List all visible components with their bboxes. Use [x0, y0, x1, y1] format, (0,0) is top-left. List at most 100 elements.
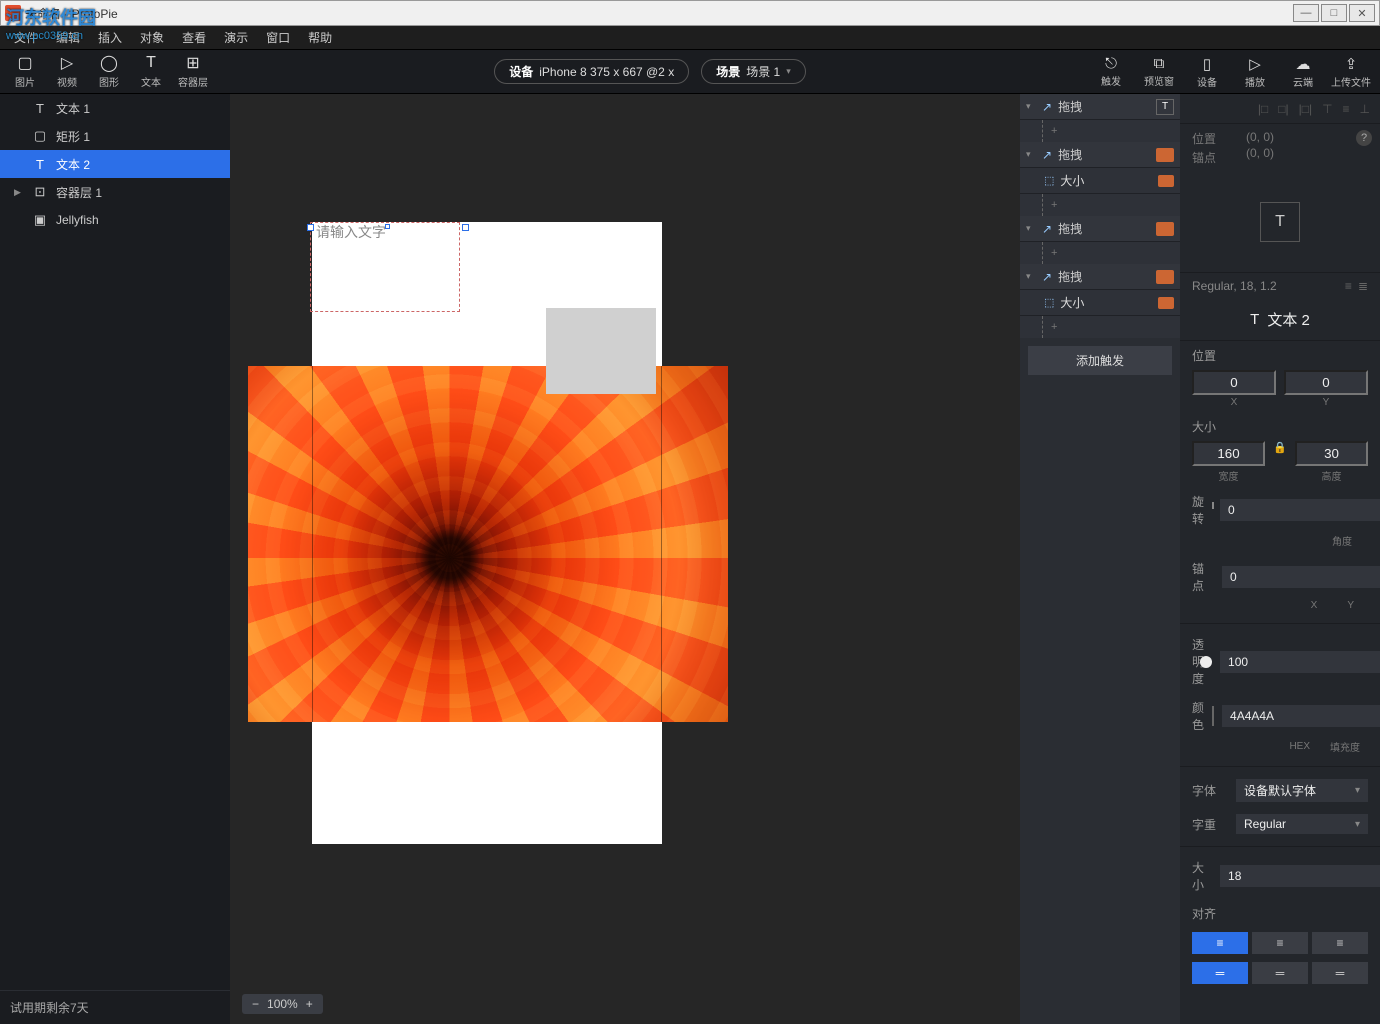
valign-bottom[interactable]: ═ [1312, 962, 1368, 984]
anchor-x-input[interactable] [1222, 566, 1380, 588]
window-maximize-button[interactable]: □ [1321, 4, 1347, 22]
window-close-button[interactable]: ✕ [1349, 4, 1375, 22]
device-edge-left [312, 366, 313, 722]
lock-icon[interactable]: 🔒 [1273, 441, 1287, 483]
color-swatch[interactable] [1212, 706, 1214, 726]
chevron-down-icon[interactable]: ▾ [1026, 101, 1036, 112]
align-bottom-icon[interactable]: ⊥ [1360, 102, 1370, 116]
chevron-down-icon[interactable]: ▾ [1026, 223, 1036, 234]
image-icon: ▣ [32, 212, 48, 228]
trigger-group-1[interactable]: ▾↗拖拽T [1020, 94, 1180, 120]
trigger-action-size-2[interactable]: ⬚大小 [1020, 290, 1180, 316]
window-titlebar: 未命名 - ProtoPie — □ ✕ [0, 0, 1380, 26]
prop-align: 对齐 [1180, 899, 1380, 928]
hex-input[interactable] [1222, 705, 1380, 727]
rtool-play[interactable]: ▷播放 [1232, 52, 1278, 92]
canvas-image-flower[interactable] [248, 366, 728, 722]
menu-file[interactable]: 文件 [8, 27, 44, 48]
resize-icon: ⬚ [1044, 174, 1054, 187]
tool-shape[interactable]: ◯图形 [90, 52, 128, 92]
container-icon: ⊞ [184, 54, 202, 72]
weight-select[interactable]: Regular▾ [1236, 814, 1368, 834]
align-center-icon[interactable]: □| [1278, 102, 1288, 116]
tool-video[interactable]: ▷视频 [48, 52, 86, 92]
trigger-action-size-1[interactable]: ⬚大小 [1020, 168, 1180, 194]
add-action-button[interactable]: + [1045, 247, 1057, 259]
list-icon[interactable]: ≡ [1345, 279, 1352, 293]
layer-text1[interactable]: T文本 1 [0, 94, 230, 122]
add-trigger-button[interactable]: 添加触发 [1028, 346, 1172, 375]
window-minimize-button[interactable]: — [1293, 4, 1319, 22]
layer-rect1[interactable]: ▢矩形 1 [0, 122, 230, 150]
menu-icon[interactable]: ≣ [1358, 279, 1368, 293]
tool-container[interactable]: ⊞容器层 [174, 52, 212, 92]
align-left-icon[interactable]: |□ [1258, 102, 1268, 116]
zoom-control[interactable]: −100%+ [242, 994, 323, 1014]
menu-demo[interactable]: 演示 [218, 27, 254, 48]
position-y-input[interactable] [1284, 370, 1368, 395]
zoom-out-icon[interactable]: − [252, 997, 259, 1011]
zoom-in-icon[interactable]: + [306, 997, 313, 1011]
opacity-input[interactable] [1220, 651, 1380, 673]
layer-jellyfish[interactable]: ▣Jellyfish [0, 206, 230, 234]
rtool-upload[interactable]: ⇪上传文件 [1328, 52, 1374, 92]
text-summary: Regular, 18, 1.2≡≣ [1180, 272, 1380, 299]
menu-view[interactable]: 查看 [176, 27, 212, 48]
chevron-down-icon: ▾ [1355, 785, 1360, 796]
add-action-button[interactable]: + [1045, 125, 1057, 137]
trigger-group-2[interactable]: ▾↗拖拽 [1020, 142, 1180, 168]
align-top-icon[interactable]: ⊤ [1322, 102, 1332, 116]
expand-arrow-icon[interactable]: ▶ [14, 187, 21, 198]
tool-image[interactable]: ▢图片 [6, 52, 44, 92]
trigger-sub-4: + [1020, 316, 1180, 338]
trigger-group-3[interactable]: ▾↗拖拽 [1020, 216, 1180, 242]
canvas[interactable]: 请输入文字 −100%+ [230, 94, 1020, 1024]
text-align-left[interactable]: ≡ [1192, 932, 1248, 954]
position-x-input[interactable] [1192, 370, 1276, 395]
text-align-center[interactable]: ≡ [1252, 932, 1308, 954]
valign-top[interactable]: ═ [1192, 962, 1248, 984]
vertical-align-row: ═ ═ ═ [1180, 958, 1380, 988]
add-action-button[interactable]: + [1045, 199, 1057, 211]
text-placeholder[interactable]: 请输入文字 [316, 222, 386, 242]
font-select[interactable]: 设备默认字体▾ [1236, 779, 1368, 802]
trigger-icon: ⎋ [1105, 55, 1117, 72]
prop-rotate: 旋转 [1180, 487, 1380, 533]
height-input[interactable] [1295, 441, 1368, 466]
layer-text2[interactable]: T文本 2 [0, 150, 230, 178]
help-icon[interactable]: ? [1356, 130, 1372, 146]
menu-insert[interactable]: 插入 [92, 27, 128, 48]
video-icon: ▷ [58, 54, 76, 72]
rect-icon: ▢ [32, 128, 48, 144]
trigger-sub-1: + [1020, 120, 1180, 142]
tool-text[interactable]: T文本 [132, 52, 170, 92]
menu-help[interactable]: 帮助 [302, 27, 338, 48]
width-input[interactable] [1192, 441, 1265, 466]
fontsize-input[interactable] [1220, 865, 1380, 887]
rtool-device[interactable]: ▯设备 [1184, 52, 1230, 92]
scene-selector[interactable]: 场景场景 1▾ [701, 59, 806, 84]
menu-object[interactable]: 对象 [134, 27, 170, 48]
canvas-rect[interactable] [546, 308, 656, 394]
layer-container1[interactable]: ▶⊡容器层 1 [0, 178, 230, 206]
rtool-preview[interactable]: ⧉预览窗 [1136, 52, 1182, 92]
text-align-right[interactable]: ≡ [1312, 932, 1368, 954]
chevron-down-icon[interactable]: ▾ [1026, 271, 1036, 282]
device-selector[interactable]: 设备iPhone 8 375 x 667 @2 x [494, 59, 689, 84]
align-middle-icon[interactable]: ≡ [1343, 102, 1350, 116]
menu-edit[interactable]: 编辑 [50, 27, 86, 48]
trigger-group-4[interactable]: ▾↗拖拽 [1020, 264, 1180, 290]
rtool-trigger[interactable]: ⎋触发 [1088, 52, 1134, 92]
prop-size: 大小 [1180, 412, 1380, 441]
rtool-cloud[interactable]: ☁云端 [1280, 52, 1326, 92]
valign-middle[interactable]: ═ [1252, 962, 1308, 984]
add-action-button[interactable]: + [1045, 321, 1057, 333]
chevron-down-icon[interactable]: ▾ [1026, 149, 1036, 160]
tool-header: ▢图片 ▷视频 ◯图形 T文本 ⊞容器层 设备iPhone 8 375 x 66… [0, 50, 1380, 94]
text-align-row: ≡ ≡ ≡ [1180, 928, 1380, 958]
align-spread-icon[interactable]: |□| [1299, 102, 1312, 116]
anchor-grid[interactable] [1212, 566, 1214, 588]
object-preview: T [1180, 172, 1380, 272]
menu-window[interactable]: 窗口 [260, 27, 296, 48]
rotation-input[interactable] [1220, 499, 1380, 521]
